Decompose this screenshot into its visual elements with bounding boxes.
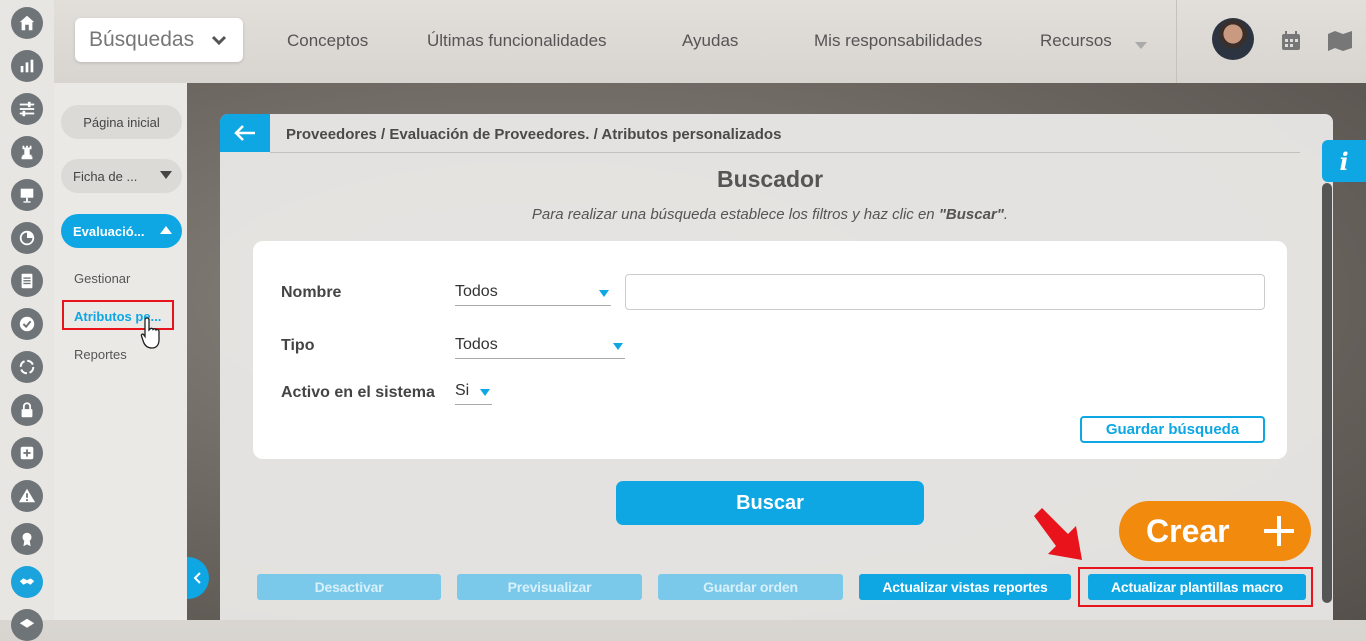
tipo-label: Tipo	[281, 337, 315, 354]
chess-rook-icon[interactable]	[11, 136, 43, 168]
macro-highlight-box	[1078, 567, 1313, 607]
tipo-select[interactable]: Todos	[455, 336, 625, 359]
update-report-views-button[interactable]: Actualizar vistas reportes	[859, 574, 1071, 600]
nav-ultimas-funcionalidades[interactable]: Últimas funcionalidades	[427, 31, 607, 51]
instructions-end: .	[1003, 206, 1009, 223]
calendar-icon[interactable]	[1280, 30, 1302, 52]
nombre-operator-value: Todos	[455, 283, 498, 300]
back-button[interactable]	[220, 114, 270, 152]
award-icon[interactable]	[11, 523, 43, 555]
plus-icon	[1263, 515, 1295, 555]
nav-mis-responsabilidades[interactable]: Mis responsabilidades	[814, 31, 982, 51]
evaluacion-label: Evaluació...	[73, 223, 145, 239]
activo-select[interactable]: Si	[455, 382, 492, 405]
caret-down-icon	[613, 343, 623, 350]
nombre-label: Nombre	[281, 284, 342, 301]
home-page-label: Página inicial	[83, 114, 160, 130]
arrow-left-icon	[234, 125, 255, 141]
red-arrow-icon	[1030, 506, 1088, 571]
map-icon[interactable]	[1327, 30, 1353, 52]
tipo-value: Todos	[455, 336, 498, 353]
chevron-left-icon	[193, 572, 201, 584]
sliders-icon[interactable]	[11, 93, 43, 125]
nav-recursos[interactable]: Recursos	[1040, 31, 1112, 51]
page-instructions: Para realizar una búsqueda establece los…	[0, 206, 1366, 223]
deactivate-button[interactable]: Desactivar	[257, 574, 441, 600]
caret-up-icon	[160, 226, 172, 234]
nav-ayudas[interactable]: Ayudas	[682, 31, 738, 51]
layers-icon[interactable]	[11, 609, 43, 641]
save-order-button[interactable]: Guardar orden	[658, 574, 843, 600]
chevron-down-icon	[209, 30, 229, 55]
plus-square-icon[interactable]	[11, 437, 43, 469]
nav-conceptos[interactable]: Conceptos	[287, 31, 368, 51]
nombre-operator-select[interactable]: Todos	[455, 283, 611, 306]
bar-chart-icon[interactable]	[11, 50, 43, 82]
create-label: Crear	[1146, 512, 1230, 549]
busquedas-dropdown[interactable]: Búsquedas	[75, 18, 243, 62]
info-button[interactable]: i	[1322, 140, 1366, 182]
home-page-button[interactable]: Página inicial	[61, 105, 182, 139]
recursos-caret-icon[interactable]	[1135, 37, 1147, 55]
pie-chart-icon[interactable]	[11, 222, 43, 254]
header-divider	[1176, 0, 1177, 83]
sidebar-item-gestionar[interactable]: Gestionar	[74, 271, 130, 286]
check-circle-icon[interactable]	[11, 308, 43, 340]
busquedas-label: Búsquedas	[89, 28, 195, 51]
instructions-text: Para realizar una búsqueda establece los…	[531, 206, 939, 223]
create-button[interactable]: Crear	[1119, 501, 1311, 561]
document-icon[interactable]	[11, 265, 43, 297]
preview-button[interactable]: Previsualizar	[457, 574, 642, 600]
icon-rail	[0, 0, 55, 641]
user-avatar[interactable]	[1212, 18, 1254, 60]
warning-icon[interactable]	[11, 480, 43, 512]
caret-down-icon	[599, 290, 609, 297]
breadcrumb: Proveedores / Evaluación de Proveedores.…	[286, 126, 782, 143]
instructions-emphasis: "Buscar"	[938, 206, 1004, 223]
page-title: Buscador	[716, 166, 824, 192]
module-sidebar: Página inicial Ficha de ... Evaluació...…	[54, 83, 187, 620]
top-header: Búsquedas Conceptos Últimas funcionalida…	[54, 0, 1366, 84]
handshake-icon[interactable]	[11, 566, 43, 598]
nombre-input[interactable]	[625, 274, 1265, 310]
lock-icon[interactable]	[11, 394, 43, 426]
save-search-button[interactable]: Guardar búsqueda	[1080, 416, 1265, 443]
home-icon[interactable]	[11, 7, 43, 39]
activo-value: Si	[455, 382, 470, 399]
caret-down-icon	[480, 389, 490, 396]
hand-cursor-icon	[140, 316, 164, 355]
breadcrumb-divider	[270, 152, 1300, 153]
sidebar-item-reportes[interactable]: Reportes	[74, 347, 127, 362]
activo-label: Activo en el sistema	[281, 384, 435, 401]
search-button[interactable]: Buscar	[616, 481, 924, 525]
cycle-icon[interactable]	[11, 351, 43, 383]
scrollbar[interactable]	[1322, 183, 1332, 603]
